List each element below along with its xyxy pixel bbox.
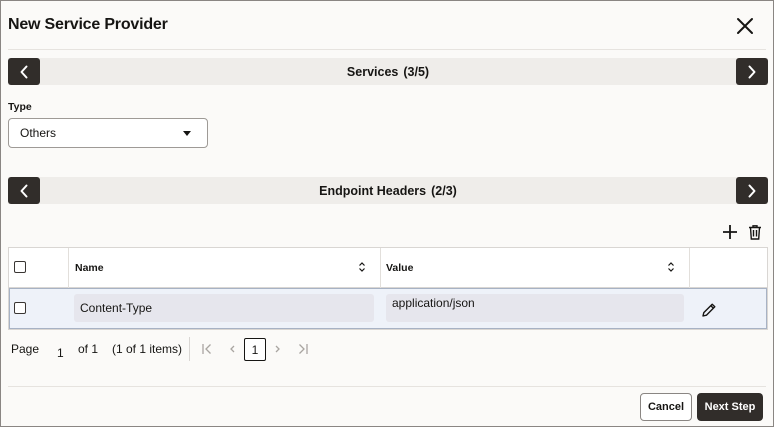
delete-row-button[interactable] — [746, 223, 764, 241]
table-row[interactable]: Content-Type application/json — [9, 288, 767, 329]
type-select-value: Others — [20, 126, 57, 140]
services-section-title: Services (3/5) — [40, 58, 736, 85]
page-total-label: of 1 — [78, 342, 99, 356]
items-count-label: (1 of 1 items) — [112, 342, 183, 356]
new-service-provider-dialog: New Service Provider Services (3/5) Type… — [0, 0, 774, 427]
plus-icon — [723, 225, 737, 239]
prev-page-icon[interactable] — [225, 342, 239, 356]
chevron-right-icon — [748, 65, 756, 78]
next-step-button[interactable]: Next Step — [697, 393, 763, 421]
column-header-value[interactable]: Value — [386, 262, 413, 274]
endpoint-next-button[interactable] — [736, 177, 768, 204]
close-icon — [737, 18, 753, 34]
chevron-left-icon — [20, 65, 28, 78]
add-row-button[interactable] — [721, 223, 739, 241]
name-cell-input[interactable]: Content-Type — [74, 294, 374, 322]
endpoint-prev-button[interactable] — [8, 177, 40, 204]
last-page-icon[interactable] — [296, 342, 310, 356]
column-divider — [689, 248, 690, 288]
first-page-icon[interactable] — [200, 342, 214, 356]
close-button[interactable] — [732, 13, 758, 39]
services-prev-button[interactable] — [8, 58, 40, 85]
endpoint-title-text: Endpoint Headers — [319, 183, 427, 198]
footer-divider — [8, 386, 766, 387]
select-all-checkbox[interactable] — [14, 261, 26, 273]
column-header-name[interactable]: Name — [75, 262, 104, 274]
header-divider — [8, 49, 766, 50]
pager-divider — [189, 337, 190, 361]
sort-icon[interactable] — [667, 261, 675, 273]
dropdown-caret-icon — [183, 131, 191, 136]
column-divider — [380, 248, 381, 288]
column-divider — [68, 248, 69, 288]
chevron-left-icon — [20, 184, 28, 197]
services-title-text: Services — [346, 64, 399, 79]
trash-icon — [749, 225, 761, 240]
cancel-button[interactable]: Cancel — [640, 393, 692, 421]
sort-icon[interactable] — [358, 261, 366, 273]
dialog-title: New Service Provider — [8, 16, 168, 33]
row-checkbox[interactable] — [14, 302, 26, 314]
endpoint-count: (2/3) — [431, 183, 457, 198]
endpoint-section-title: Endpoint Headers (2/3) — [40, 177, 736, 204]
next-page-icon[interactable] — [271, 342, 285, 356]
type-label: Type — [8, 101, 32, 113]
type-select[interactable]: Others — [8, 118, 208, 148]
page-label: Page — [11, 342, 40, 356]
grid-header-row: Name Value — [9, 248, 767, 288]
services-next-button[interactable] — [736, 58, 768, 85]
endpoint-headers-section-bar: Endpoint Headers (2/3) — [8, 177, 768, 204]
current-page-value[interactable]: 1 — [57, 346, 64, 360]
services-section-bar: Services (3/5) — [8, 58, 768, 85]
pencil-icon[interactable] — [700, 301, 718, 319]
chevron-right-icon — [748, 184, 756, 197]
value-cell-input[interactable]: application/json — [386, 294, 684, 322]
services-count: (3/5) — [403, 64, 430, 79]
endpoint-headers-grid: Name Value Content-Type application/json — [8, 247, 768, 330]
page-number-button[interactable]: 1 — [244, 338, 266, 361]
